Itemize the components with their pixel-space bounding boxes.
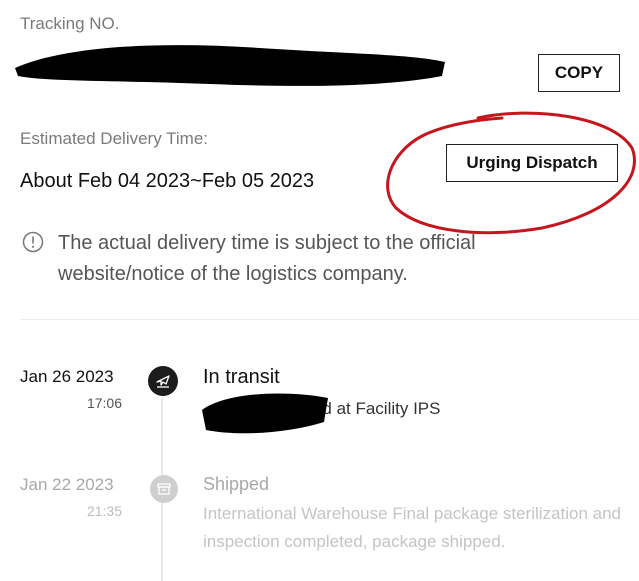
copy-button[interactable]: COPY — [538, 54, 620, 92]
event-status-dot — [150, 475, 178, 503]
redaction-scribble — [15, 45, 445, 86]
plane-icon — [156, 375, 170, 388]
event-detail: International Warehouse Final package st… — [203, 504, 622, 551]
eta-value: About Feb 04 2023~Feb 05 2023 — [20, 170, 315, 192]
section-divider — [20, 319, 639, 320]
event-status-dot — [148, 366, 178, 396]
redaction-scribble — [202, 393, 328, 434]
event-time: 21:35 — [86, 503, 122, 519]
event-date: Jan 22 2023 — [20, 475, 114, 494]
event-date: Jan 26 2023 — [20, 367, 114, 386]
event-time: 17:06 — [86, 395, 122, 411]
eta-label: Estimated Delivery Time: — [20, 129, 208, 148]
annotation-circle — [386, 111, 636, 235]
box-icon — [157, 483, 171, 495]
event-status: Shipped — [203, 474, 270, 494]
info-icon — [22, 231, 44, 253]
tracking-label: Tracking NO. — [20, 14, 120, 33]
